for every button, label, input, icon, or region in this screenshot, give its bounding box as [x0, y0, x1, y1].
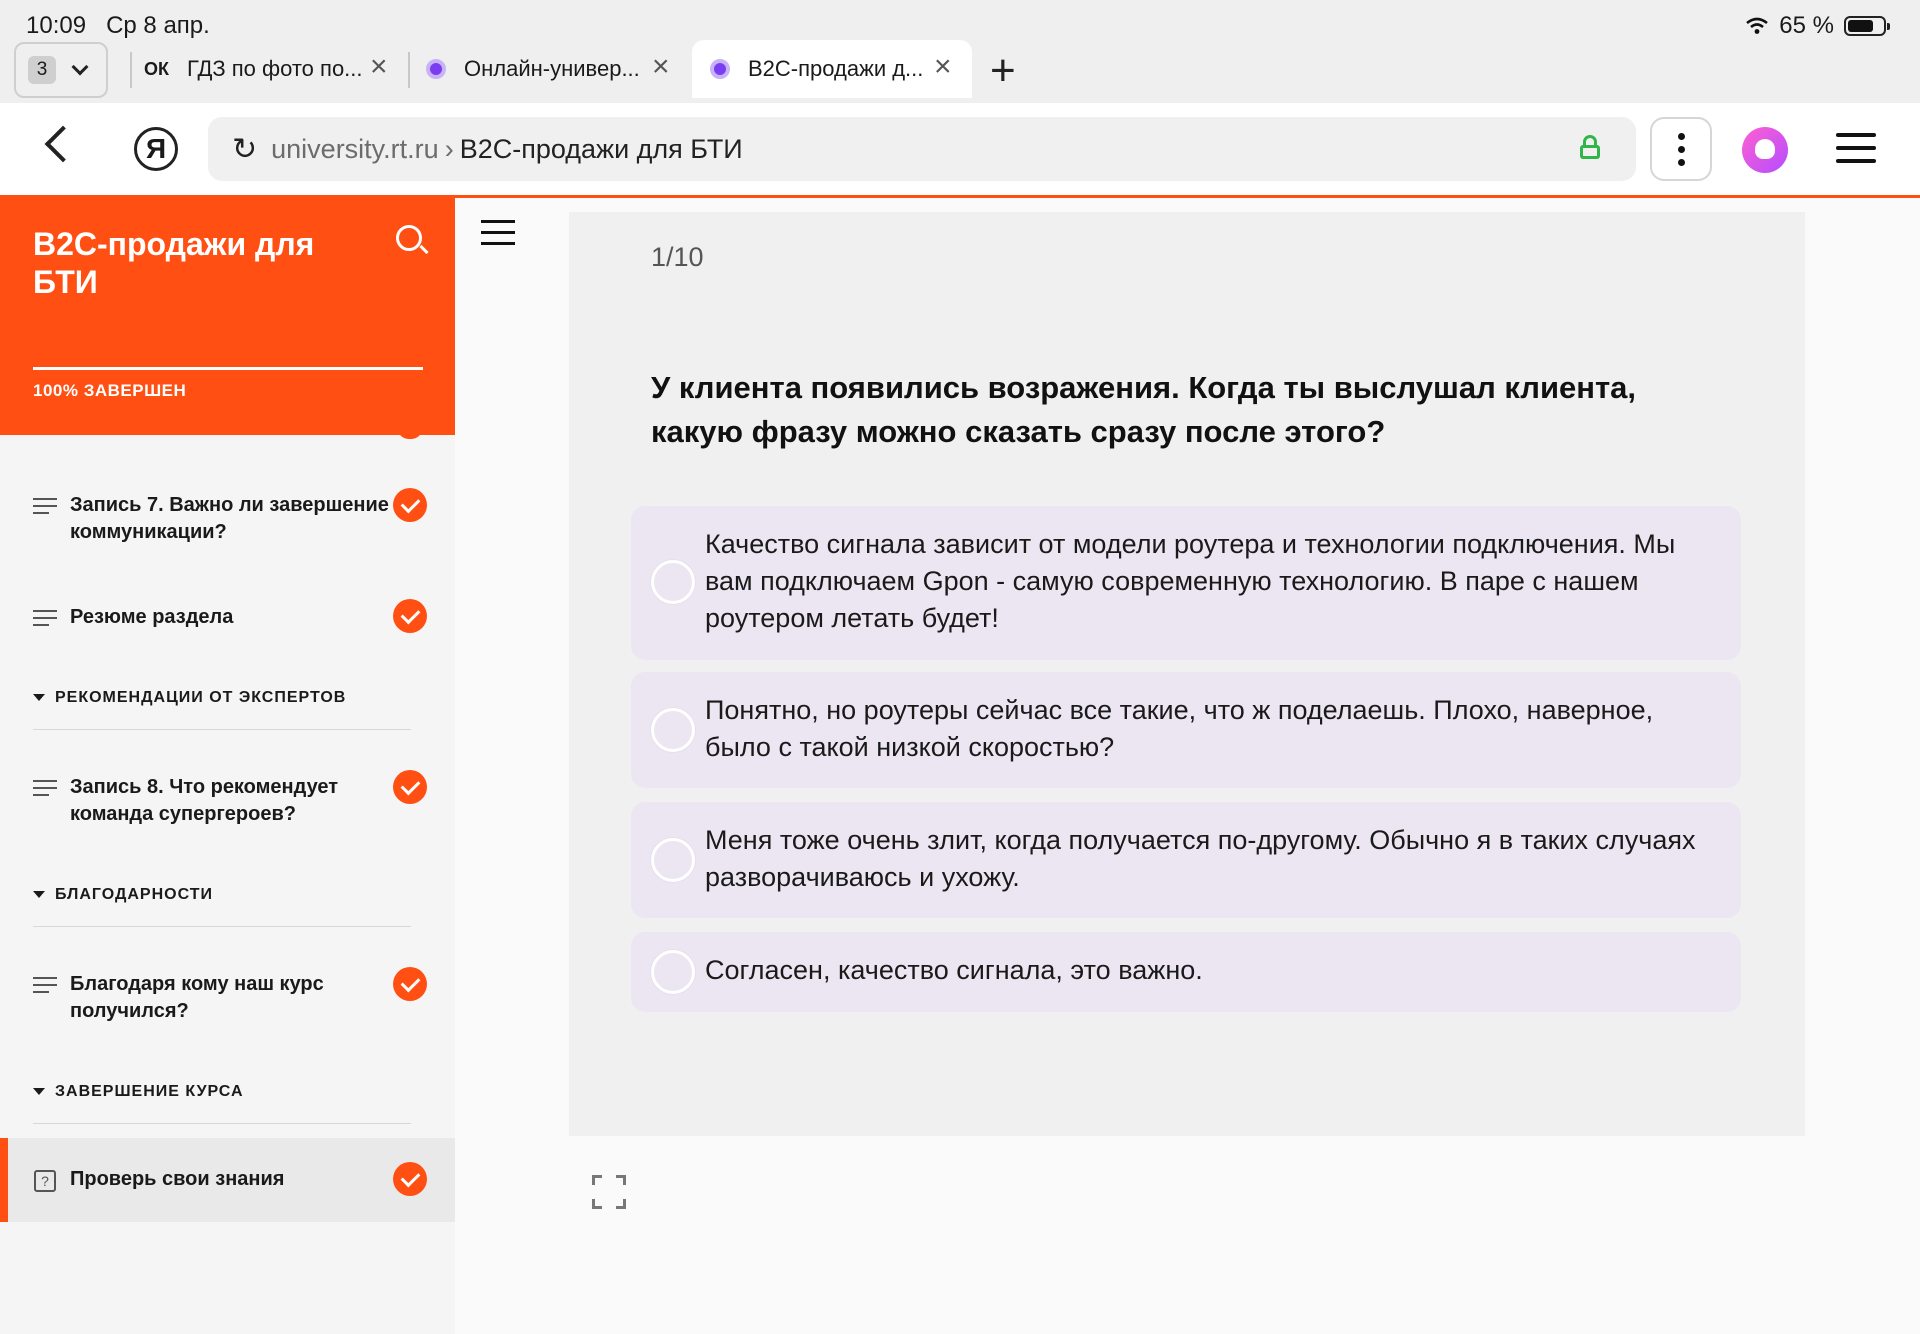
caret-down-icon [33, 891, 45, 899]
status-date: Ср 8 апр. [106, 12, 210, 39]
answer-option-3[interactable]: Меня тоже очень злит, когда получается п… [631, 802, 1741, 918]
url-separator: › [444, 133, 454, 164]
answer-text: Понятно, но роутеры сейчас все такие, чт… [705, 695, 1654, 762]
lesson-label: Резюме раздела [70, 606, 234, 628]
tab-label: ГДЗ по фото по... [187, 56, 363, 81]
question-counter: 1/10 [651, 242, 704, 272]
yandex-logo-icon[interactable]: Я [134, 127, 178, 171]
status-time-date: 10:09 Ср 8 апр. [26, 12, 210, 40]
tab-gdz[interactable]: ОК ГДЗ по фото по... × [144, 40, 394, 98]
sidebar-item-lesson-8[interactable]: Запись 8. Что рекомендует команда суперг… [0, 770, 455, 834]
section-header-thanks[interactable]: БЛАГОДАРНОСТИ [33, 886, 411, 904]
section-divider [33, 926, 411, 927]
radio-button[interactable] [651, 838, 695, 882]
status-time: 10:09 [26, 12, 87, 39]
tab-label: B2C-продажи д... [748, 56, 924, 81]
plus-icon[interactable]: + [990, 46, 1016, 96]
lesson-lines-icon [33, 610, 57, 631]
tab-separator [130, 52, 132, 88]
answer-option-1[interactable]: Качество сигнала зависит от модели роуте… [631, 506, 1741, 660]
search-icon[interactable] [396, 225, 422, 251]
lock-icon[interactable] [1580, 135, 1600, 159]
check-icon [393, 967, 427, 1001]
menu-icon[interactable] [1836, 133, 1876, 172]
tab-switcher-button[interactable]: 3 [14, 42, 108, 98]
lesson-lines-icon [33, 780, 57, 801]
university-favicon-icon [426, 59, 446, 79]
status-bar: 10:09 Ср 8 апр. 65 % [0, 0, 1920, 40]
section-divider [33, 1123, 411, 1124]
course-title: B2C-продажи для БТИ [33, 226, 315, 300]
alice-icon[interactable] [1742, 127, 1788, 173]
chevron-down-icon [71, 58, 89, 76]
wifi-icon [1746, 17, 1769, 34]
section-header-completion[interactable]: ЗАВЕРШЕНИЕ КУРСА [33, 1083, 411, 1101]
sidebar-item-lesson-7[interactable]: Запись 7. Важно ли завершение коммуникац… [0, 488, 455, 552]
lesson-label: Благодаря кому наш курс получился? [70, 973, 324, 1022]
address-bar[interactable]: ↻ university.rt.ru › B2C-продажи для БТИ [208, 117, 1636, 181]
expand-icon[interactable] [592, 1175, 626, 1209]
close-icon[interactable]: × [934, 50, 952, 84]
radio-button[interactable] [651, 950, 695, 994]
section-label: ЗАВЕРШЕНИЕ КУРСА [55, 1083, 244, 1100]
check-icon [393, 599, 427, 633]
section-divider [33, 729, 411, 730]
check-icon [393, 488, 427, 522]
quiz-card: 1/10 У клиента появились возражения. Ког… [569, 212, 1805, 1136]
tab-b2c-sales[interactable]: B2C-продажи д... × [692, 40, 972, 98]
status-right: 65 % [1745, 12, 1890, 40]
url-page-title: B2C-продажи для БТИ [459, 133, 743, 164]
answer-option-2[interactable]: Понятно, но роутеры сейчас все такие, чт… [631, 672, 1741, 788]
section-label: БЛАГОДАРНОСТИ [55, 886, 214, 903]
answer-text: Согласен, качество сигнала, это важно. [705, 955, 1203, 985]
battery-percent: 65 % [1779, 12, 1834, 39]
sidebar-item-summary[interactable]: Резюме раздела [0, 599, 455, 644]
answer-option-4[interactable]: Согласен, качество сигнала, это важно. [631, 932, 1741, 1012]
check-icon [393, 770, 427, 804]
kebab-icon[interactable] [1650, 117, 1712, 181]
main-content: 1/10 У клиента появились возражения. Ког… [455, 198, 1920, 1334]
lesson-label: Запись 8. Что рекомендует команда суперг… [70, 776, 339, 825]
tab-online-university[interactable]: Онлайн-универ... × [426, 40, 684, 98]
quiz-icon: ? [34, 1170, 56, 1192]
caret-down-icon [33, 1088, 45, 1096]
lesson-lines-icon [33, 498, 57, 519]
close-icon[interactable]: × [652, 50, 670, 84]
back-icon[interactable] [44, 125, 82, 163]
url-host: university.rt.ru [271, 133, 439, 164]
address-row: Я ↻ university.rt.ru › B2C-продажи для Б… [0, 103, 1920, 195]
section-header-experts[interactable]: РЕКОМЕНДАЦИИ ОТ ЭКСПЕРТОВ [33, 689, 411, 707]
sidebar-item-check-knowledge[interactable]: ? Проверь свои знания [0, 1138, 455, 1222]
section-label: РЕКОМЕНДАЦИИ ОТ ЭКСПЕРТОВ [55, 689, 347, 706]
question-text: У клиента появились возражения. Когда ты… [651, 370, 1637, 449]
lesson-label: Проверь свои знания [70, 1168, 285, 1190]
tab-bar: 3 ОК ГДЗ по фото по... × Онлайн-универ..… [0, 40, 1920, 103]
answer-text: Меня тоже очень злит, когда получается п… [705, 825, 1696, 892]
lesson-label: Запись 7. Важно ли завершение коммуникац… [70, 494, 389, 543]
course-sidebar: B2C-продажи для БТИ 100% ЗАВЕРШЕН Запись… [0, 195, 455, 1334]
lesson-lines-icon [33, 977, 57, 998]
progress-label: 100% ЗАВЕРШЕН [33, 381, 187, 400]
radio-button[interactable] [651, 560, 695, 604]
menu-icon[interactable] [481, 220, 515, 253]
battery-icon [1844, 16, 1890, 36]
check-icon [393, 1162, 427, 1196]
tab-label: Онлайн-универ... [464, 56, 640, 81]
radio-button[interactable] [651, 708, 695, 752]
reload-icon[interactable]: ↻ [232, 132, 257, 167]
close-icon[interactable]: × [370, 50, 388, 84]
progress-bar [33, 367, 423, 370]
sidebar-item-thanks[interactable]: Благодаря кому наш курс получился? [0, 967, 455, 1031]
ok-favicon-icon: ОК [144, 58, 169, 79]
tab-count: 3 [28, 56, 56, 84]
caret-down-icon [33, 694, 45, 702]
sidebar-header: B2C-продажи для БТИ 100% ЗАВЕРШЕН [0, 195, 455, 435]
university-favicon-icon [710, 59, 730, 79]
check-icon [397, 427, 423, 439]
tab-separator [408, 52, 410, 88]
answer-text: Качество сигнала зависит от модели роуте… [705, 529, 1676, 633]
